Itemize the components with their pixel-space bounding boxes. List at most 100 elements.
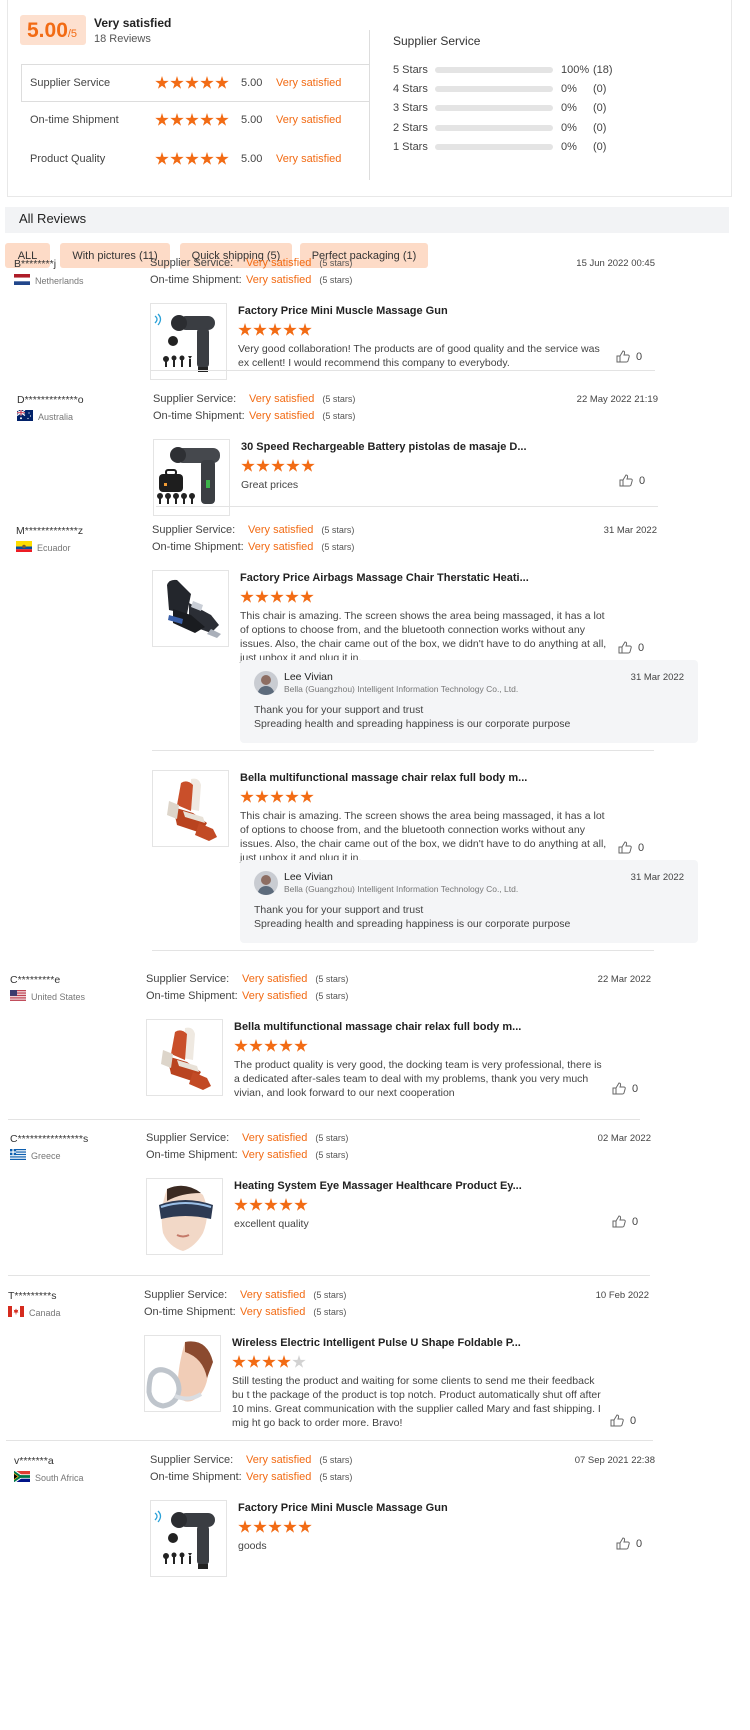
ontime-shipment-label: On-time Shipment: [152,541,244,553]
like-button[interactable]: 0 [616,1537,642,1550]
review-divider [156,506,658,507]
product-title[interactable]: Factory Price Airbags Massage Chair Ther… [240,572,529,584]
like-button[interactable]: 0 [618,841,644,854]
supplier-service-stars: (5 stars) [313,1290,347,1300]
star-icon [279,1198,293,1211]
supplier-service-stars: (5 stars) [315,974,349,984]
avatar [254,671,278,695]
distribution-label: 5 Stars [393,64,428,76]
review-text: Still testing the product and waiting fo… [232,1375,601,1429]
star-icon [264,1198,278,1211]
ontime-shipment-stars: (5 stars) [315,1150,349,1160]
australia-flag-icon [17,410,33,423]
ontime-shipment-stars: (5 stars) [319,1472,353,1482]
review-date: 10 Feb 2022 [595,1290,649,1301]
star-icon [185,152,199,165]
like-button[interactable]: 0 [612,1215,638,1228]
star-icon [268,1520,282,1533]
distribution-bar [435,67,553,73]
product-title[interactable]: Bella multifunctional massage chair rela… [240,772,527,784]
distribution-count: (0) [593,83,607,95]
star-icon [241,459,255,472]
like-count: 0 [638,841,645,854]
distribution-label: 1 Stars [393,141,428,153]
like-button[interactable]: 0 [610,1414,636,1427]
star-icon [292,1355,306,1368]
star-icon [240,790,254,803]
ontime-shipment-label: On-time Shipment: [144,1306,236,1318]
reviewer-name: C*********e [10,974,61,986]
star-icon [234,1198,248,1211]
star-icon [155,76,169,89]
reply-author: Lee Vivian [284,671,333,683]
reply-text: Thank you for your support and trust [254,904,424,916]
product-image[interactable] [152,570,229,647]
review-divider [6,1440,653,1441]
metric-product-quality: Product Quality 5.00 Very satisfied [30,149,370,169]
supplier-service-label: Supplier Service: [146,1132,230,1144]
review-text: This chair is amazing. The screen shows … [240,610,607,664]
star-icon [249,1039,263,1052]
product-title[interactable]: Factory Price Mini Muscle Massage Gun [238,305,448,317]
reply-author: Lee Vivian [284,871,333,883]
product-image[interactable] [152,770,229,847]
star-icon [215,113,229,126]
star-icon [294,1039,308,1052]
ontime-shipment-rating: On-time Shipment: Very satisfied (5 stars) [150,271,352,289]
product-image[interactable] [146,1019,223,1096]
supplier-service-rating: Supplier Service: Very satisfied (5 stars) [144,1286,346,1304]
reviewer-name: M*************z [16,525,84,537]
ontime-shipment-label: On-time Shipment: [146,990,238,1002]
thumbs-up-icon [612,1082,626,1095]
star-rating [155,113,229,127]
product-image[interactable] [150,1500,227,1577]
star-icon [215,152,229,165]
product-title[interactable]: Bella multifunctional massage chair rela… [234,1021,521,1033]
thumbs-up-icon [616,1537,630,1550]
review-text: The product quality is very good, the do… [234,1059,602,1099]
country-name: Netherlands [35,275,84,286]
review-count: 18 Reviews [94,33,151,45]
distribution-percent: 0% [561,83,577,95]
star-icon [238,323,252,336]
all-reviews-header: All Reviews [5,207,729,233]
product-image[interactable] [150,303,227,380]
supplier-reply: Lee Vivian Bella (Guangzhou) Intelligent … [240,660,698,743]
product-image[interactable] [146,1178,223,1255]
product-image[interactable] [153,439,230,516]
product-image[interactable] [144,1335,221,1412]
reply-company: Bella (Guangzhou) Intelligent Informatio… [284,684,519,694]
review-date: 31 Mar 2022 [603,525,657,536]
like-button[interactable]: 0 [618,641,644,654]
star-icon [240,590,254,603]
star-icon [301,459,315,472]
star-icon [270,790,284,803]
ontime-shipment-stars: (5 stars) [322,411,356,421]
product-title[interactable]: Heating System Eye Massager Healthcare P… [234,1180,522,1192]
product-divider [152,750,654,751]
ontime-shipment-rating: On-time Shipment: Very satisfied (5 stars) [152,538,354,556]
review-divider [8,1275,650,1276]
metric-verdict: Very satisfied [276,114,342,126]
reply-company: Bella (Guangzhou) Intelligent Informatio… [284,884,519,894]
review-text: goods [238,1540,267,1552]
like-button[interactable]: 0 [612,1082,638,1095]
distribution-label: 3 Stars [393,102,428,114]
star-icon [200,113,214,126]
like-button[interactable]: 0 [616,350,642,363]
product-title[interactable]: Factory Price Mini Muscle Massage Gun [238,1502,448,1514]
star-icon [232,1355,246,1368]
star-icon [249,1198,263,1211]
review-date: 22 Mar 2022 [597,974,651,985]
supplier-service-verdict: Very satisfied [246,1454,312,1466]
review-divider [150,370,655,371]
review-text: Great prices [241,479,299,491]
product-title[interactable]: 30 Speed Rechargeable Battery pistolas d… [241,441,527,453]
reviewer-name: v*******a [14,1455,54,1467]
metric-ontime-shipment: On-time Shipment 5.00 Very satisfied [30,110,370,130]
like-button[interactable]: 0 [619,474,645,487]
distribution-count: (18) [593,64,613,76]
product-title[interactable]: Wireless Electric Intelligent Pulse U Sh… [232,1337,521,1349]
supplier-service-label: Supplier Service: [152,524,236,536]
distribution-percent: 100% [561,64,590,76]
